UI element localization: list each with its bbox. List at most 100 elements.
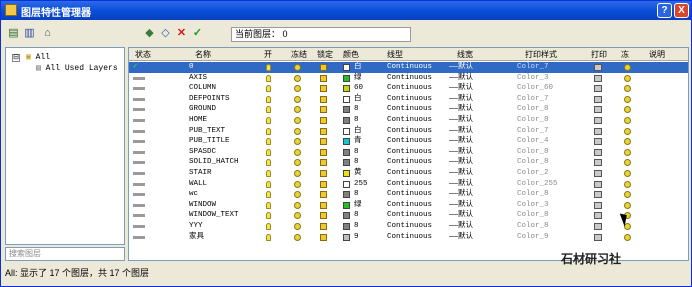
lock-icon[interactable] [320, 117, 327, 124]
on-off-bulb-icon[interactable] [266, 138, 271, 146]
tree-node-all[interactable]: ▣ All [26, 52, 50, 62]
freeze-sun-icon[interactable] [294, 95, 301, 103]
layer-row[interactable]: WALL 255 Continuous ——默认 Color_255 [129, 179, 688, 190]
col-header-description[interactable]: 说明 [649, 49, 665, 60]
linetype-value[interactable]: Continuous [387, 200, 432, 211]
plotstyle-value[interactable]: Color_8 [517, 221, 549, 232]
freeze-sun-icon[interactable] [294, 180, 301, 188]
color-name[interactable]: 8 [354, 147, 359, 158]
freeze-sun-icon[interactable] [294, 159, 301, 167]
freeze-sun-icon[interactable] [294, 170, 301, 177]
layer-row[interactable]: DEFPOINTS 白 Continuous ——默认 Color_7 [129, 94, 688, 105]
on-off-bulb-icon[interactable] [266, 201, 271, 209]
printer-icon[interactable] [594, 201, 602, 209]
layer-row[interactable]: PUB_TITLE 青 Continuous ——默认 Color_4 [129, 136, 688, 147]
vp-freeze-icon[interactable] [624, 64, 631, 71]
color-name[interactable]: 白 [354, 62, 362, 73]
linetype-value[interactable]: Continuous [387, 62, 432, 73]
lineweight-value[interactable]: ——默认 [449, 73, 473, 84]
layer-row[interactable]: STAIR 黄 Continuous ——默认 Color_2 [129, 168, 688, 179]
layer-row[interactable]: YYY 8 Continuous ——默认 Color_8 [129, 221, 688, 232]
lineweight-value[interactable]: ——默认 [449, 221, 473, 232]
lineweight-value[interactable]: ——默认 [449, 62, 473, 73]
col-header-on[interactable]: 开 [264, 49, 272, 60]
color-name[interactable]: 9 [354, 232, 359, 243]
lock-icon[interactable] [320, 170, 327, 177]
col-header-lineweight[interactable]: 线宽 [457, 49, 473, 60]
on-off-bulb-icon[interactable] [266, 212, 271, 220]
layer-row[interactable]: PUB_TEXT 白 Continuous ——默认 Color_7 [129, 126, 688, 137]
freeze-sun-icon[interactable] [294, 191, 301, 199]
layer-name[interactable]: SOLID_HATCH [189, 157, 239, 168]
linetype-value[interactable]: Continuous [387, 73, 432, 84]
vp-freeze-icon[interactable] [624, 74, 631, 82]
layer-row[interactable]: GROUND 8 Continuous ——默认 Color_8 [129, 104, 688, 115]
linetype-value[interactable]: Continuous [387, 189, 432, 200]
layer-name[interactable]: AXIS [189, 73, 207, 84]
printer-icon[interactable] [594, 159, 602, 167]
tree-expand-toggle[interactable]: ⊟ [12, 54, 20, 62]
set-current-icon[interactable]: ✓ [191, 27, 204, 40]
freeze-sun-icon[interactable] [294, 74, 301, 82]
color-name[interactable]: 8 [354, 189, 359, 200]
layer-name[interactable]: GROUND [189, 104, 216, 115]
layer-name[interactable]: HOME [189, 115, 207, 126]
color-name[interactable]: 绿 [354, 200, 362, 211]
freeze-sun-icon[interactable] [294, 106, 301, 114]
lock-icon[interactable] [320, 95, 327, 103]
vp-freeze-icon[interactable] [624, 170, 631, 177]
filter-search-input[interactable]: 搜索图层 [5, 247, 125, 261]
printer-icon[interactable] [594, 223, 602, 230]
layer-name[interactable]: YYY [189, 221, 203, 232]
plotstyle-value[interactable]: Color_7 [517, 94, 549, 105]
color-name[interactable]: 8 [354, 221, 359, 232]
new-layer-frozen-icon[interactable]: ◇ [159, 27, 172, 40]
linetype-value[interactable]: Continuous [387, 168, 432, 179]
color-swatch[interactable] [343, 180, 350, 188]
lineweight-value[interactable]: ——默认 [449, 179, 473, 190]
printer-icon[interactable] [594, 74, 602, 82]
lineweight-value[interactable]: ——默认 [449, 189, 473, 200]
col-header-vpfreeze[interactable]: 冻 [621, 49, 629, 60]
freeze-sun-icon[interactable] [294, 223, 301, 230]
layer-name[interactable]: 家具 [189, 232, 204, 243]
printer-icon[interactable] [594, 191, 602, 199]
color-swatch[interactable] [343, 233, 350, 241]
lock-icon[interactable] [320, 106, 327, 114]
lock-icon[interactable] [320, 180, 327, 188]
linetype-value[interactable]: Continuous [387, 104, 432, 115]
lineweight-value[interactable]: ——默认 [449, 168, 473, 179]
plotstyle-value[interactable]: Color_8 [517, 104, 549, 115]
col-header-plot[interactable]: 打印 [591, 49, 607, 60]
layer-name[interactable]: PUB_TEXT [189, 126, 225, 137]
linetype-value[interactable]: Continuous [387, 115, 432, 126]
lineweight-value[interactable]: ——默认 [449, 232, 473, 243]
linetype-value[interactable]: Continuous [387, 179, 432, 190]
lineweight-value[interactable]: ——默认 [449, 94, 473, 105]
freeze-sun-icon[interactable] [294, 138, 301, 146]
lock-icon[interactable] [320, 127, 327, 135]
color-name[interactable]: 绿 [354, 73, 362, 84]
color-name[interactable]: 青 [354, 136, 362, 147]
color-swatch[interactable] [343, 138, 350, 146]
lineweight-value[interactable]: ——默认 [449, 147, 473, 158]
plotstyle-value[interactable]: Color_3 [517, 200, 549, 211]
color-swatch[interactable] [343, 159, 350, 167]
on-off-bulb-icon[interactable] [266, 85, 271, 93]
color-name[interactable]: 255 [354, 179, 368, 190]
color-name[interactable]: 黄 [354, 168, 362, 179]
lock-icon[interactable] [320, 148, 327, 156]
vp-freeze-icon[interactable] [624, 85, 631, 93]
layer-row[interactable]: ✓ 0 白 Continuous ——默认 Color_7 [129, 62, 688, 73]
freeze-sun-icon[interactable] [294, 127, 301, 135]
printer-icon[interactable] [594, 127, 602, 135]
color-name[interactable]: 8 [354, 104, 359, 115]
lock-icon[interactable] [320, 74, 327, 82]
layer-name[interactable]: STAIR [189, 168, 212, 179]
color-name[interactable]: 8 [354, 210, 359, 221]
plotstyle-value[interactable]: Color_3 [517, 73, 549, 84]
col-header-freeze[interactable]: 冻结 [291, 49, 307, 60]
lock-icon[interactable] [320, 201, 327, 209]
layer-row[interactable]: wc 8 Continuous ——默认 Color_8 [129, 189, 688, 200]
color-swatch[interactable] [343, 106, 350, 114]
